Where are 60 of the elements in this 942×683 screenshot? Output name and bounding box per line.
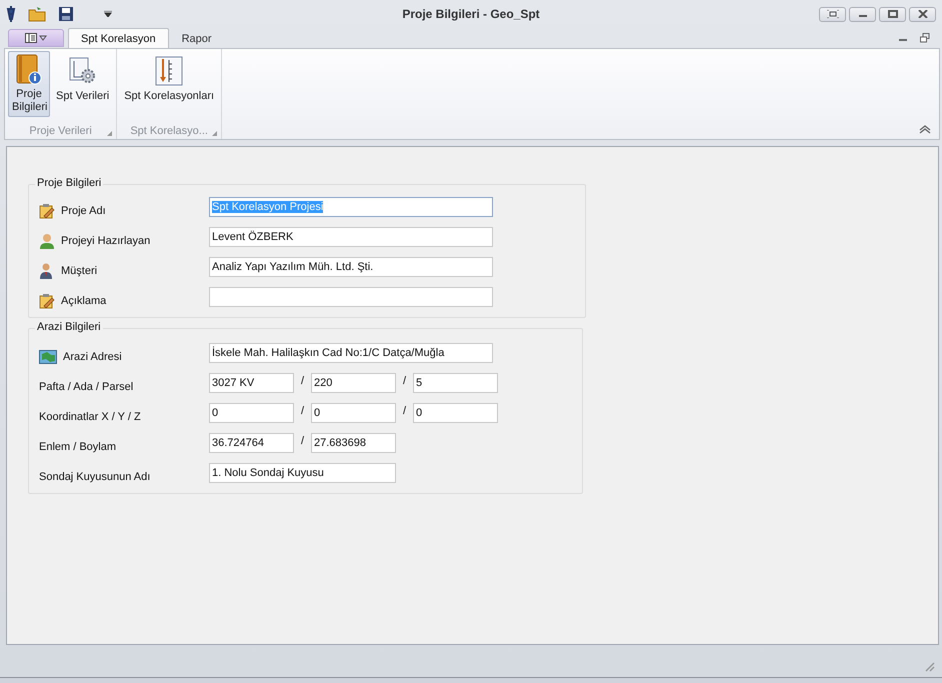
- fullscreen-icon: [826, 10, 838, 18]
- separator: /: [300, 375, 306, 387]
- fullscreen-button[interactable]: [819, 6, 846, 22]
- ribbon-button[interactable]: Proje Bilgileri: [8, 51, 50, 117]
- ribbon-button[interactable]: Spt Verileri: [52, 51, 114, 117]
- note-pencil-icon: [39, 203, 55, 219]
- group-box-title: Arazi Bilgileri: [35, 321, 103, 333]
- person-icon: [39, 233, 55, 249]
- maximize-button[interactable]: [879, 6, 906, 22]
- input-field[interactable]: 36.724764: [209, 433, 294, 453]
- tab[interactable]: Rapor: [168, 28, 225, 48]
- separator: /: [402, 375, 408, 387]
- separator: /: [300, 435, 306, 447]
- minimize-button[interactable]: [849, 6, 876, 22]
- input-field[interactable]: 1. Nolu Sondaj Kuyusu: [209, 463, 396, 483]
- note-pencil-icon: [39, 293, 55, 309]
- input-field[interactable]: 220: [311, 373, 396, 393]
- folder-icon[interactable]: [28, 6, 46, 22]
- tab[interactable]: Spt Korelasyon: [68, 28, 169, 48]
- input-field[interactable]: İskele Mah. Halilaşkın Cad No:1/C Datça/Muğla: [209, 343, 493, 363]
- save-icon[interactable]: [58, 6, 74, 22]
- collapse-icon[interactable]: [919, 125, 931, 134]
- input-field[interactable]: 5: [413, 373, 498, 393]
- separator: /: [300, 405, 306, 417]
- window-title: Proje Bilgileri - Geo_Spt: [402, 7, 540, 21]
- group-label: Spt Korelasyo...: [130, 124, 208, 139]
- restore-icon[interactable]: [920, 33, 930, 43]
- field-label: Açıklama: [61, 295, 106, 307]
- separator: /: [402, 405, 408, 417]
- close-icon: [918, 10, 928, 18]
- document-gear-icon: [68, 56, 98, 86]
- resize-grip-icon[interactable]: [923, 660, 935, 672]
- input-field[interactable]: 0: [413, 403, 498, 423]
- input-field[interactable]: 0: [209, 403, 294, 423]
- input-field[interactable]: Analiz Yapı Yazılım Müh. Ltd. Şti.: [209, 257, 493, 277]
- dropdown-icon[interactable]: [104, 11, 112, 17]
- field-label: Arazi Adresi: [63, 351, 122, 363]
- close-button[interactable]: [909, 6, 936, 22]
- pin-icon[interactable]: [6, 6, 16, 22]
- map-icon: [39, 350, 57, 364]
- ribbon-button[interactable]: Spt Korelasyonları: [120, 51, 218, 117]
- panel-caret-icon: [25, 33, 47, 43]
- group-box-title: Proje Bilgileri: [35, 177, 104, 189]
- field-label: Müşteri: [61, 265, 98, 277]
- book-info-icon: [16, 54, 42, 86]
- field-label: Projeyi Hazırlayan: [61, 235, 150, 247]
- input-field[interactable]: Levent ÖZBERK: [209, 227, 493, 247]
- input-field[interactable]: 0: [311, 403, 396, 423]
- maximize-icon: [888, 10, 898, 18]
- field-label: Pafta / Ada / Parsel: [39, 381, 134, 393]
- field-label: Koordinatlar X / Y / Z: [39, 411, 141, 423]
- application-menu-button[interactable]: [8, 29, 64, 47]
- group-label: Proje Verileri: [29, 124, 92, 139]
- field-label: Enlem / Boylam: [39, 441, 116, 453]
- input-field[interactable]: 27.683698: [311, 433, 396, 453]
- input-field[interactable]: [209, 287, 493, 307]
- field-label: Proje Adı: [61, 205, 106, 217]
- person-suit-icon: [39, 263, 55, 279]
- input-field[interactable]: 3027 KV: [209, 373, 294, 393]
- field-label: Sondaj Kuyusunun Adı: [39, 471, 150, 483]
